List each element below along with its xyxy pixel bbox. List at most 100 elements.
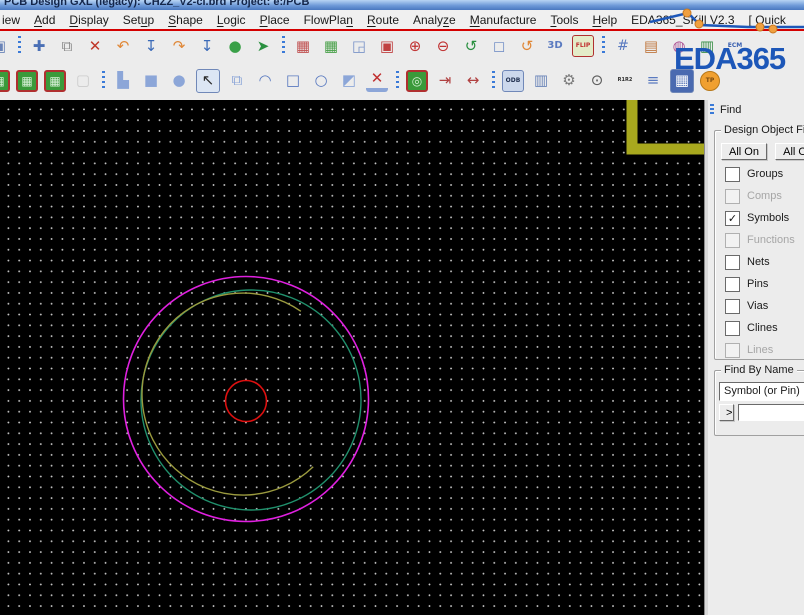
snapshot-icon[interactable]: ⊙: [586, 70, 608, 92]
redraw-icon[interactable]: ↺: [516, 35, 538, 57]
padstack-icon[interactable]: ▤: [640, 35, 662, 57]
rect-outline-icon[interactable]: □: [282, 70, 304, 92]
find-panel: Find Design Object Find All On All Off G…: [708, 100, 804, 615]
toolbar-grip[interactable]: [17, 36, 21, 56]
circle-outline-icon[interactable]: ○: [310, 70, 332, 92]
add-polygon-icon[interactable]: ▙: [112, 70, 134, 92]
board-overview-red-icon[interactable]: ▦: [292, 35, 314, 57]
save-icon[interactable]: ▣: [0, 35, 10, 57]
view-3d-icon[interactable]: 3D: [544, 35, 566, 57]
testpoint-icon[interactable]: TP: [700, 70, 720, 91]
name-more-button[interactable]: >: [719, 404, 734, 421]
find-checkbox-nets[interactable]: [725, 254, 740, 270]
half-fill-rect-icon[interactable]: ◩: [338, 70, 360, 92]
board-overview-green-icon[interactable]: ▦: [320, 35, 342, 57]
highlight-pad-icon[interactable]: ◎: [406, 69, 428, 92]
menu-item-eda365-skill-v2-3[interactable]: EDA365_SKill V2.3: [624, 11, 741, 29]
zoom-in-icon[interactable]: ⊕: [404, 35, 426, 57]
copy-shape-icon[interactable]: ⧉: [226, 70, 248, 92]
measure-to-edge-icon[interactable]: ⇥: [434, 70, 456, 92]
etch-trace[interactable]: [626, 100, 704, 155]
mid-circle[interactable]: [140, 289, 362, 511]
menu-item-setup[interactable]: Setup: [116, 11, 161, 29]
find-name-input[interactable]: [738, 404, 804, 421]
find-checkbox-label-symbols: Symbols: [747, 212, 790, 224]
flip-board-icon[interactable]: FLIP: [572, 35, 594, 57]
zoom-rect-icon[interactable]: ▣: [376, 35, 398, 57]
find-checkbox-pins[interactable]: [725, 276, 740, 292]
add-arc-icon[interactable]: ◠: [254, 70, 276, 92]
find-checkbox-symbols[interactable]: ✓: [725, 210, 740, 226]
toolbar-grip[interactable]: [491, 70, 495, 91]
zoom-fit-icon[interactable]: ◻: [488, 35, 510, 57]
find-panel-title: Find: [720, 104, 742, 116]
odb-export-icon[interactable]: ODB: [502, 69, 524, 92]
panel-grip-icon[interactable]: [710, 104, 714, 116]
find-checkbox-label-vias: Vias: [747, 300, 769, 312]
color-dialog-icon[interactable]: ▦: [670, 68, 694, 93]
menu-item-analyze[interactable]: Analyze: [406, 11, 463, 29]
find-checkbox-vias[interactable]: [725, 298, 740, 314]
find-by-name-type-select[interactable]: Symbol (or Pin): [719, 382, 804, 401]
menu-item-add[interactable]: Add: [27, 11, 62, 29]
add-circle-icon[interactable]: ●: [168, 70, 190, 92]
delete-icon[interactable]: ✕: [84, 35, 106, 57]
move-icon[interactable]: ✚: [28, 35, 50, 57]
find-checkbox-label-groups: Groups: [747, 168, 784, 180]
zoom-points-icon[interactable]: ◲: [348, 35, 370, 57]
shell-balloon-icon[interactable]: ●: [224, 35, 246, 57]
menu-item-shape[interactable]: Shape: [161, 11, 210, 29]
menu-item-place[interactable]: Place: [253, 11, 297, 29]
film-corners-icon[interactable]: ▦: [16, 69, 38, 92]
find-filter-row-groups: Groups: [725, 166, 784, 182]
menu-item-flowplan[interactable]: FlowPlan: [297, 11, 360, 29]
zoom-out-icon[interactable]: ⊖: [432, 35, 454, 57]
find-panel-header[interactable]: Find: [710, 104, 741, 116]
fix-pin-icon[interactable]: ⚙: [558, 70, 580, 92]
zoom-previous-icon[interactable]: ↺: [460, 35, 482, 57]
film-wave-icon[interactable]: ▦: [44, 69, 66, 92]
toolbar-grip[interactable]: [281, 36, 285, 56]
library-icon[interactable]: ▥: [696, 35, 718, 57]
delete-vertex-icon[interactable]: ✕: [366, 70, 388, 92]
menu-item-tools[interactable]: Tools: [543, 11, 585, 29]
toolbar-grip[interactable]: [101, 70, 105, 91]
shape-edit-icon[interactable]: ◍: [668, 35, 690, 57]
measure-span-icon[interactable]: ↔: [462, 70, 484, 92]
menu-item-display[interactable]: Display: [62, 11, 115, 29]
done-icon[interactable]: ↧: [140, 35, 162, 57]
redo-icon[interactable]: ↷: [168, 35, 190, 57]
select-shape-icon[interactable]: ↖: [196, 68, 220, 93]
next-icon[interactable]: ↧: [196, 35, 218, 57]
artwork-film-icon[interactable]: ▦: [0, 69, 10, 92]
all-off-button[interactable]: All Off: [775, 143, 804, 160]
find-checkbox-groups[interactable]: [725, 166, 740, 182]
inner-arc[interactable]: [141, 292, 314, 496]
find-filter-row-lines: Lines: [725, 342, 773, 358]
shape-disabled-icon[interactable]: ▢: [72, 70, 94, 92]
rename-refdes-icon[interactable]: R1R2: [614, 70, 636, 92]
all-on-button[interactable]: All On: [721, 143, 767, 160]
menu-item-help[interactable]: Help: [585, 11, 624, 29]
cross-section-icon[interactable]: ▥: [530, 70, 552, 92]
toolbar-grip[interactable]: [601, 36, 605, 56]
ecm-icon[interactable]: ECM: [724, 35, 746, 57]
pushpin-icon[interactable]: ➤: [252, 35, 274, 57]
menu-item-route[interactable]: Route: [360, 11, 406, 29]
find-checkbox-label-functions: Functions: [747, 234, 795, 246]
menu-item-manufacture[interactable]: Manufacture: [463, 11, 544, 29]
undo-icon[interactable]: ↶: [112, 35, 134, 57]
find-filter-row-comps: Comps: [725, 188, 782, 204]
copy-icon[interactable]: ⧉: [56, 35, 78, 57]
design-canvas[interactable]: [0, 100, 704, 615]
outer-circle[interactable]: [122, 275, 370, 523]
add-rectangle-icon[interactable]: ■: [140, 70, 162, 92]
find-checkbox-clines[interactable]: [725, 320, 740, 336]
menu-item-iew[interactable]: iew: [0, 11, 27, 29]
grid-toggle-icon[interactable]: #: [612, 35, 634, 57]
menu-item-quick[interactable]: [ Quick: [742, 11, 793, 29]
center-circle[interactable]: [224, 379, 268, 423]
toolbar-grip[interactable]: [395, 70, 399, 91]
menu-item-logic[interactable]: Logic: [210, 11, 253, 29]
report-icon[interactable]: ≡: [642, 70, 664, 92]
